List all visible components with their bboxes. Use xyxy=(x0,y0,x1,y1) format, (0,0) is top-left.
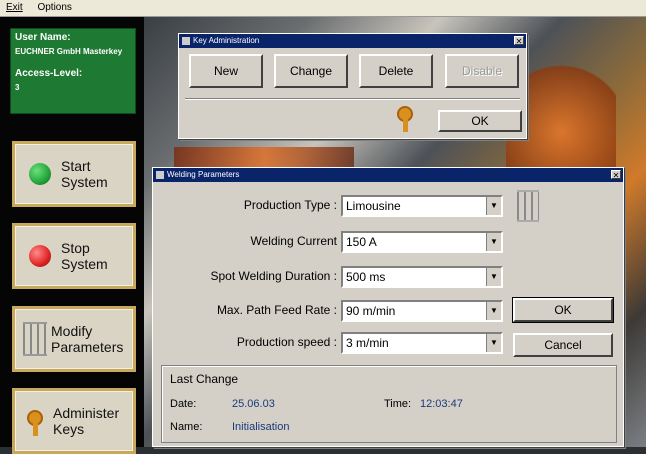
modify-label-line2: Parameters xyxy=(51,339,124,355)
access-level-value: 3 xyxy=(15,83,20,92)
stop-label-line2: System xyxy=(61,256,108,272)
change-key-button[interactable]: Change xyxy=(274,54,348,88)
close-icon[interactable]: ✕ xyxy=(611,170,621,180)
welding-title: Welding Parameters xyxy=(167,170,240,179)
production-type-select[interactable]: Limousine ▼ xyxy=(341,195,503,217)
menu-bar: Exit Options xyxy=(0,0,646,17)
production-type-label: Production Type : xyxy=(243,198,337,212)
sidebar: User Name: EUCHNER GmbH Masterkey Access… xyxy=(0,17,144,454)
close-icon[interactable]: ✕ xyxy=(514,36,524,46)
max-path-feed-rate-value: 90 m/min xyxy=(346,304,396,318)
key-admin-title: Key Administration xyxy=(193,36,260,45)
separator xyxy=(185,98,520,100)
stop-label-line1: Stop xyxy=(61,240,90,256)
access-level-label: Access-Level: xyxy=(15,68,83,79)
sliders-icon xyxy=(23,322,47,356)
key-administration-dialog: Key Administration ✕ New Change Delete D… xyxy=(178,33,527,139)
welding-current-value: 150 A xyxy=(346,235,377,249)
spot-welding-duration-select[interactable]: 500 ms ▼ xyxy=(341,266,503,288)
red-dot-icon xyxy=(29,245,51,267)
date-label: Date: xyxy=(170,398,197,410)
key-admin-ok-button[interactable]: OK xyxy=(438,110,522,132)
new-key-button[interactable]: New xyxy=(189,54,263,88)
time-label: Time: xyxy=(384,398,412,410)
welding-cancel-button[interactable]: Cancel xyxy=(513,333,613,357)
window-icon xyxy=(182,37,190,45)
key-icon xyxy=(395,104,419,134)
welding-current-label: Welding Current xyxy=(250,234,337,248)
name-value: Initialisation xyxy=(232,421,290,433)
spot-welding-duration-label: Spot Welding Duration : xyxy=(210,269,337,283)
menu-options[interactable]: Options xyxy=(31,0,77,13)
production-speed-value: 3 m/min xyxy=(346,336,389,350)
administer-keys-button[interactable]: Administer Keys xyxy=(12,388,136,454)
modify-label-line1: Modify xyxy=(51,323,93,339)
user-info-panel: User Name: EUCHNER GmbH Masterkey Access… xyxy=(10,28,136,114)
time-value: 12:03:47 xyxy=(420,398,463,410)
last-change-title: Last Change xyxy=(170,372,239,386)
chevron-down-icon[interactable]: ▼ xyxy=(486,302,501,320)
delete-key-button[interactable]: Delete xyxy=(359,54,433,88)
administer-label-line1: Administer xyxy=(53,405,120,421)
name-label: Name: xyxy=(170,421,203,433)
spot-welding-duration-value: 500 ms xyxy=(346,270,386,284)
welding-current-select[interactable]: 150 A ▼ xyxy=(341,231,503,253)
chevron-down-icon[interactable]: ▼ xyxy=(486,268,501,286)
user-name-value: EUCHNER GmbH Masterkey xyxy=(15,47,123,56)
date-value: 25.06.03 xyxy=(232,398,275,410)
max-path-feed-rate-label: Max. Path Feed Rate : xyxy=(216,303,337,317)
modify-parameters-button[interactable]: Modify Parameters xyxy=(12,306,136,372)
chevron-down-icon[interactable]: ▼ xyxy=(486,233,501,251)
keys-icon xyxy=(25,406,47,436)
window-icon xyxy=(156,171,164,179)
key-admin-titlebar: Key Administration ✕ xyxy=(179,34,526,48)
last-change-group: Last Change Date: 25.06.03 Time: 12:03:4… xyxy=(161,365,617,443)
user-name-label: User Name: xyxy=(15,32,71,43)
sliders-icon xyxy=(517,190,539,222)
menu-exit[interactable]: Exit xyxy=(0,0,29,13)
green-dot-icon xyxy=(29,163,51,185)
chevron-down-icon[interactable]: ▼ xyxy=(486,334,501,352)
start-label-line2: System xyxy=(61,174,108,190)
welding-titlebar: Welding Parameters ✕ xyxy=(153,168,623,182)
chevron-down-icon[interactable]: ▼ xyxy=(486,197,501,215)
administer-label-line2: Keys xyxy=(53,421,85,437)
production-speed-select[interactable]: 3 m/min ▼ xyxy=(341,332,503,354)
stop-system-button[interactable]: Stop System xyxy=(12,223,136,289)
start-label-line1: Start xyxy=(61,158,91,174)
disable-key-button[interactable]: Disable xyxy=(445,54,519,88)
production-speed-label: Production speed : xyxy=(236,335,337,349)
production-type-value: Limousine xyxy=(346,199,401,213)
welding-ok-button[interactable]: OK xyxy=(512,297,614,323)
start-system-button[interactable]: Start System xyxy=(12,141,136,207)
max-path-feed-rate-select[interactable]: 90 m/min ▼ xyxy=(341,300,503,322)
welding-parameters-dialog: Welding Parameters ✕ Production Type : L… xyxy=(152,167,624,447)
